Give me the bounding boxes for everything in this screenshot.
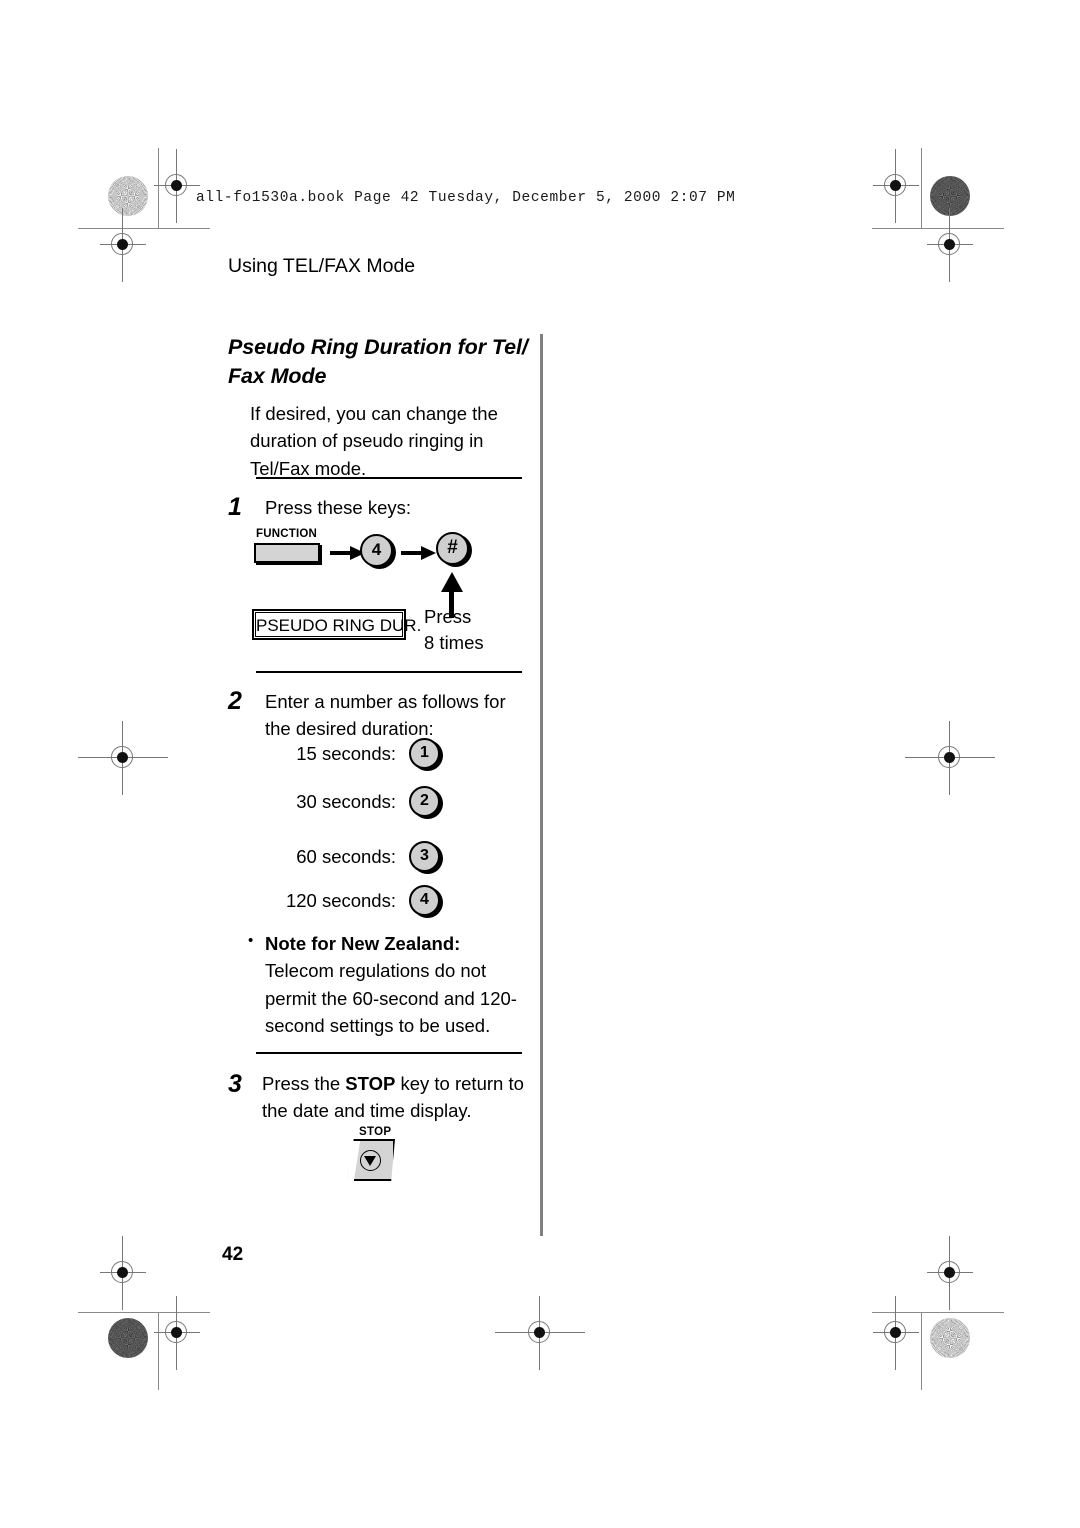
step-text-1: Press these keys: [265, 497, 412, 518]
note-lead-bold: Note for New Zealand: [265, 933, 461, 954]
function-key[interactable] [254, 543, 320, 563]
registration-mark-left-lower [100, 1236, 146, 1310]
column-divider [540, 334, 543, 1236]
registration-mark-bottom-left [154, 1296, 200, 1370]
press-count-line-2: 8 times [424, 632, 484, 654]
key-4[interactable]: 4 [360, 534, 393, 567]
press-count-note: Press 8 times [424, 604, 484, 657]
registration-burst-bottom-left [108, 1318, 148, 1358]
lcd-display-text: PSEUDO RING DUR. [255, 612, 421, 637]
registration-mark-right-lower [927, 1236, 973, 1310]
step-3-stop-bold: STOP [345, 1073, 396, 1094]
duration-row-30: 30 seconds: 2 [290, 786, 440, 820]
intro-paragraph: If desired, you can change the duration … [250, 403, 498, 479]
registration-mark-bottom-center [495, 1296, 585, 1370]
page-number: 42 [222, 1244, 244, 1265]
registration-burst-bottom-right [930, 1318, 970, 1358]
note-block: • Note for New Zealand: Telecom regulati… [248, 930, 528, 1040]
step-text-2: Enter a number as follows for the desire… [265, 691, 506, 740]
step-number-2: 2 [228, 687, 242, 715]
trim-line-bottom-right-vert [921, 1312, 922, 1390]
step-number-1: 1 [228, 493, 242, 521]
running-head: Using TEL/FAX Mode [228, 255, 416, 277]
step-rule-1 [256, 477, 522, 479]
duration-label: 60 seconds: [296, 846, 396, 867]
note-text: Note for New Zealand: Telecom regulation… [265, 930, 528, 1040]
duration-label: 30 seconds: [296, 791, 396, 812]
registration-mark-left-middle [78, 721, 168, 795]
duration-row-60: 60 seconds: 3 [290, 841, 440, 875]
arrow-right-icon-2 [401, 546, 437, 560]
step-rule-2 [256, 671, 522, 673]
note-bullet-icon: • [248, 932, 254, 949]
page-title: Pseudo Ring Duration for Tel/ Fax Mode [228, 335, 528, 388]
step-rule-3 [256, 1052, 522, 1054]
step-text-3: Press the STOP key to return to the date… [262, 1070, 527, 1125]
stop-triangle-icon [360, 1150, 381, 1171]
registration-burst-top-left [108, 176, 148, 216]
step-number-3: 3 [228, 1070, 242, 1098]
registration-mark-top-left [154, 149, 200, 223]
press-count-line-1: Press [424, 606, 472, 627]
stop-key-label: STOP [359, 1126, 392, 1138]
duration-key-1[interactable]: 1 [409, 738, 440, 769]
registration-mark-bottom-right [873, 1296, 919, 1370]
stop-key[interactable] [346, 1139, 395, 1181]
registration-burst-top-right [930, 176, 970, 216]
page-canvas: all-fo1530a.book Page 42 Tuesday, Decemb… [0, 0, 1080, 1528]
lcd-display: PSEUDO RING DUR. [252, 609, 421, 640]
duration-row-15: 15 seconds: 1 [290, 738, 440, 772]
step-3-text-before: Press the [262, 1073, 346, 1094]
duration-key-4[interactable]: 4 [409, 885, 440, 916]
function-key-label: FUNCTION [256, 528, 318, 540]
registration-mark-right-middle [905, 721, 995, 795]
duration-key-3[interactable]: 3 [409, 841, 440, 872]
note-body: Telecom regulations do not permit the 60… [265, 960, 517, 1037]
duration-label: 15 seconds: [296, 743, 396, 764]
file-slug-line: all-fo1530a.book Page 42 Tuesday, Decemb… [196, 190, 736, 206]
registration-mark-left-upper [100, 208, 146, 282]
duration-row-120: 120 seconds: 4 [286, 885, 440, 919]
duration-label: 120 seconds: [285, 890, 396, 911]
duration-key-2[interactable]: 2 [409, 786, 440, 817]
registration-mark-top-right [873, 149, 919, 223]
key-hash[interactable]: # [436, 532, 469, 565]
trim-line-top-right-vert [921, 148, 922, 228]
registration-mark-right-upper [927, 208, 973, 282]
